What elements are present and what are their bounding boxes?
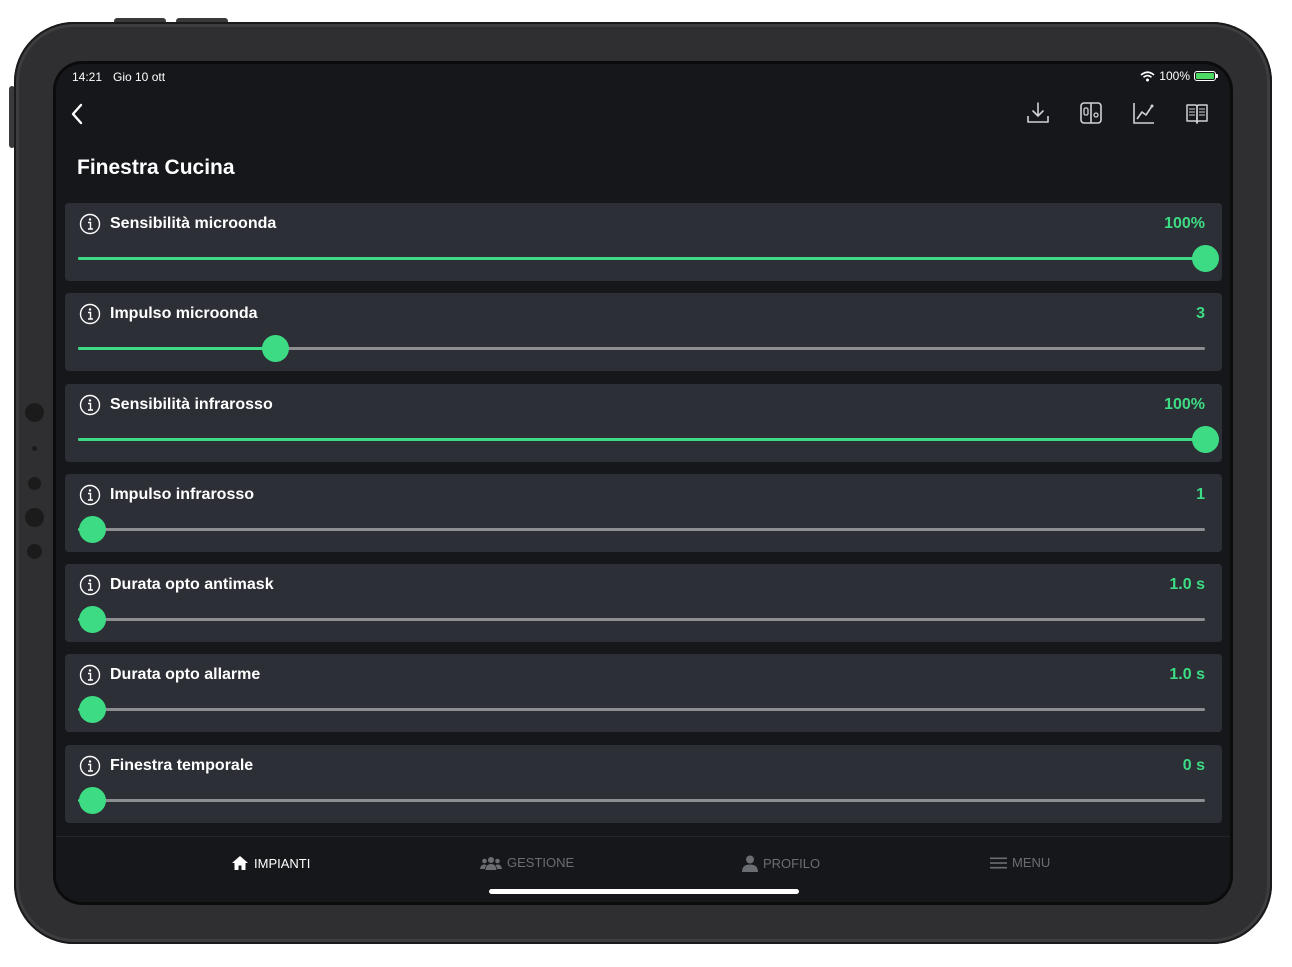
- tab-label: IMPIANTI: [254, 855, 311, 871]
- slider-fill: [78, 437, 1205, 441]
- tab-label: GESTIONE: [507, 855, 575, 870]
- back-chevron-icon[interactable]: [66, 100, 90, 128]
- home-indicator: [489, 889, 799, 894]
- menu-icon: [990, 857, 1007, 868]
- slider-fill: [78, 347, 276, 351]
- slider-thumb[interactable]: [78, 515, 106, 543]
- manual-icon[interactable]: [1184, 100, 1210, 126]
- setting-value: 0 s: [1182, 756, 1205, 774]
- setting-value: 1.0 s: [1169, 576, 1205, 594]
- battery-icon: [1194, 71, 1218, 81]
- flash: [27, 544, 42, 559]
- setting-card: Durata opto antimask 1.0 s: [65, 564, 1222, 643]
- slider-thumb[interactable]: [1192, 245, 1219, 272]
- slider-thumb[interactable]: [78, 786, 106, 814]
- app-screen: 14:21 Gio 10 ott 100% Finestra Cucina Se…: [56, 64, 1230, 902]
- info-icon[interactable]: [79, 755, 101, 777]
- toolbar: [1025, 100, 1210, 126]
- battery-percentage: 100%: [1159, 69, 1190, 83]
- setting-value: 100%: [1164, 215, 1205, 232]
- setting-value: 1: [1196, 485, 1205, 503]
- setting-card: Durata opto allarme 1.0 s: [65, 654, 1222, 733]
- slider-track[interactable]: [78, 335, 1205, 363]
- setting-card: Impulso infrarosso 1: [65, 473, 1222, 552]
- camera-lens: [25, 403, 44, 422]
- home-icon: [232, 856, 248, 870]
- download-icon[interactable]: [1025, 100, 1051, 126]
- tab-profilo[interactable]: PROFILO: [742, 855, 820, 872]
- camera-sensor: [28, 477, 41, 490]
- info-icon[interactable]: [79, 303, 101, 325]
- setting-label: Sensibilità microonda: [110, 215, 277, 232]
- setting-card: Finestra temporale 0 s: [65, 744, 1222, 823]
- slider-track[interactable]: [78, 696, 1205, 724]
- setting-value: 3: [1196, 305, 1205, 323]
- tab-gestione[interactable]: GESTIONE: [480, 855, 574, 870]
- slider-thumb[interactable]: [262, 335, 290, 363]
- setting-label: Finestra temporale: [110, 756, 254, 774]
- settings-list: Sensibilità microonda 100% Impulso microon…: [65, 203, 1222, 835]
- sensor-dot: [32, 446, 37, 451]
- tab-label: PROFILO: [763, 856, 821, 871]
- setting-label: Durata opto antimask: [110, 576, 274, 594]
- users-icon: [480, 856, 502, 870]
- setting-card: Sensibilità infrarosso 100%: [65, 383, 1222, 462]
- setting-card: Sensibilità microonda 100%: [65, 203, 1222, 281]
- status-time: 14:21: [72, 70, 103, 84]
- page-title: Finestra Cucina: [77, 156, 235, 179]
- status-date: Gio 10 ott: [113, 70, 166, 84]
- setting-label: Durata opto allarme: [110, 666, 261, 684]
- tab-impianti[interactable]: IMPIANTI: [231, 855, 310, 871]
- slider-track[interactable]: [78, 786, 1205, 814]
- wifi-icon: [1140, 70, 1155, 81]
- tablet-frame: 14:21 Gio 10 ott 100% Finestra Cucina Se…: [14, 22, 1272, 944]
- tab-label: MENU: [1012, 855, 1051, 870]
- setting-value: 100%: [1164, 395, 1205, 413]
- chart-icon[interactable]: [1131, 100, 1157, 126]
- slider-track[interactable]: [78, 425, 1219, 453]
- info-icon[interactable]: [79, 484, 101, 506]
- info-icon[interactable]: [79, 213, 101, 235]
- setting-card: Impulso microonda 3: [65, 293, 1222, 372]
- setting-label: Impulso microonda: [110, 305, 258, 323]
- slider-fill: [78, 257, 1205, 260]
- info-icon[interactable]: [79, 574, 101, 596]
- setting-value: 1.0 s: [1169, 666, 1205, 684]
- slider-thumb[interactable]: [78, 606, 106, 634]
- setting-label: Sensibilità infrarosso: [110, 395, 273, 413]
- slider-track[interactable]: [78, 606, 1205, 634]
- slider-thumb[interactable]: [1192, 425, 1219, 453]
- info-icon[interactable]: [79, 394, 101, 416]
- status-indicators: 100%: [1140, 69, 1218, 83]
- slider-track[interactable]: [78, 245, 1219, 272]
- setting-label: Impulso infrarosso: [110, 485, 255, 503]
- person-icon: [742, 855, 758, 872]
- device-panel-icon[interactable]: [1078, 100, 1104, 126]
- tab-menu[interactable]: MENU: [990, 855, 1050, 870]
- slider-track[interactable]: [78, 515, 1205, 543]
- status-bar: 14:21 Gio 10 ott 100%: [56, 64, 1230, 88]
- camera-lens: [25, 508, 44, 527]
- info-icon[interactable]: [79, 664, 101, 686]
- slider-thumb[interactable]: [78, 696, 106, 724]
